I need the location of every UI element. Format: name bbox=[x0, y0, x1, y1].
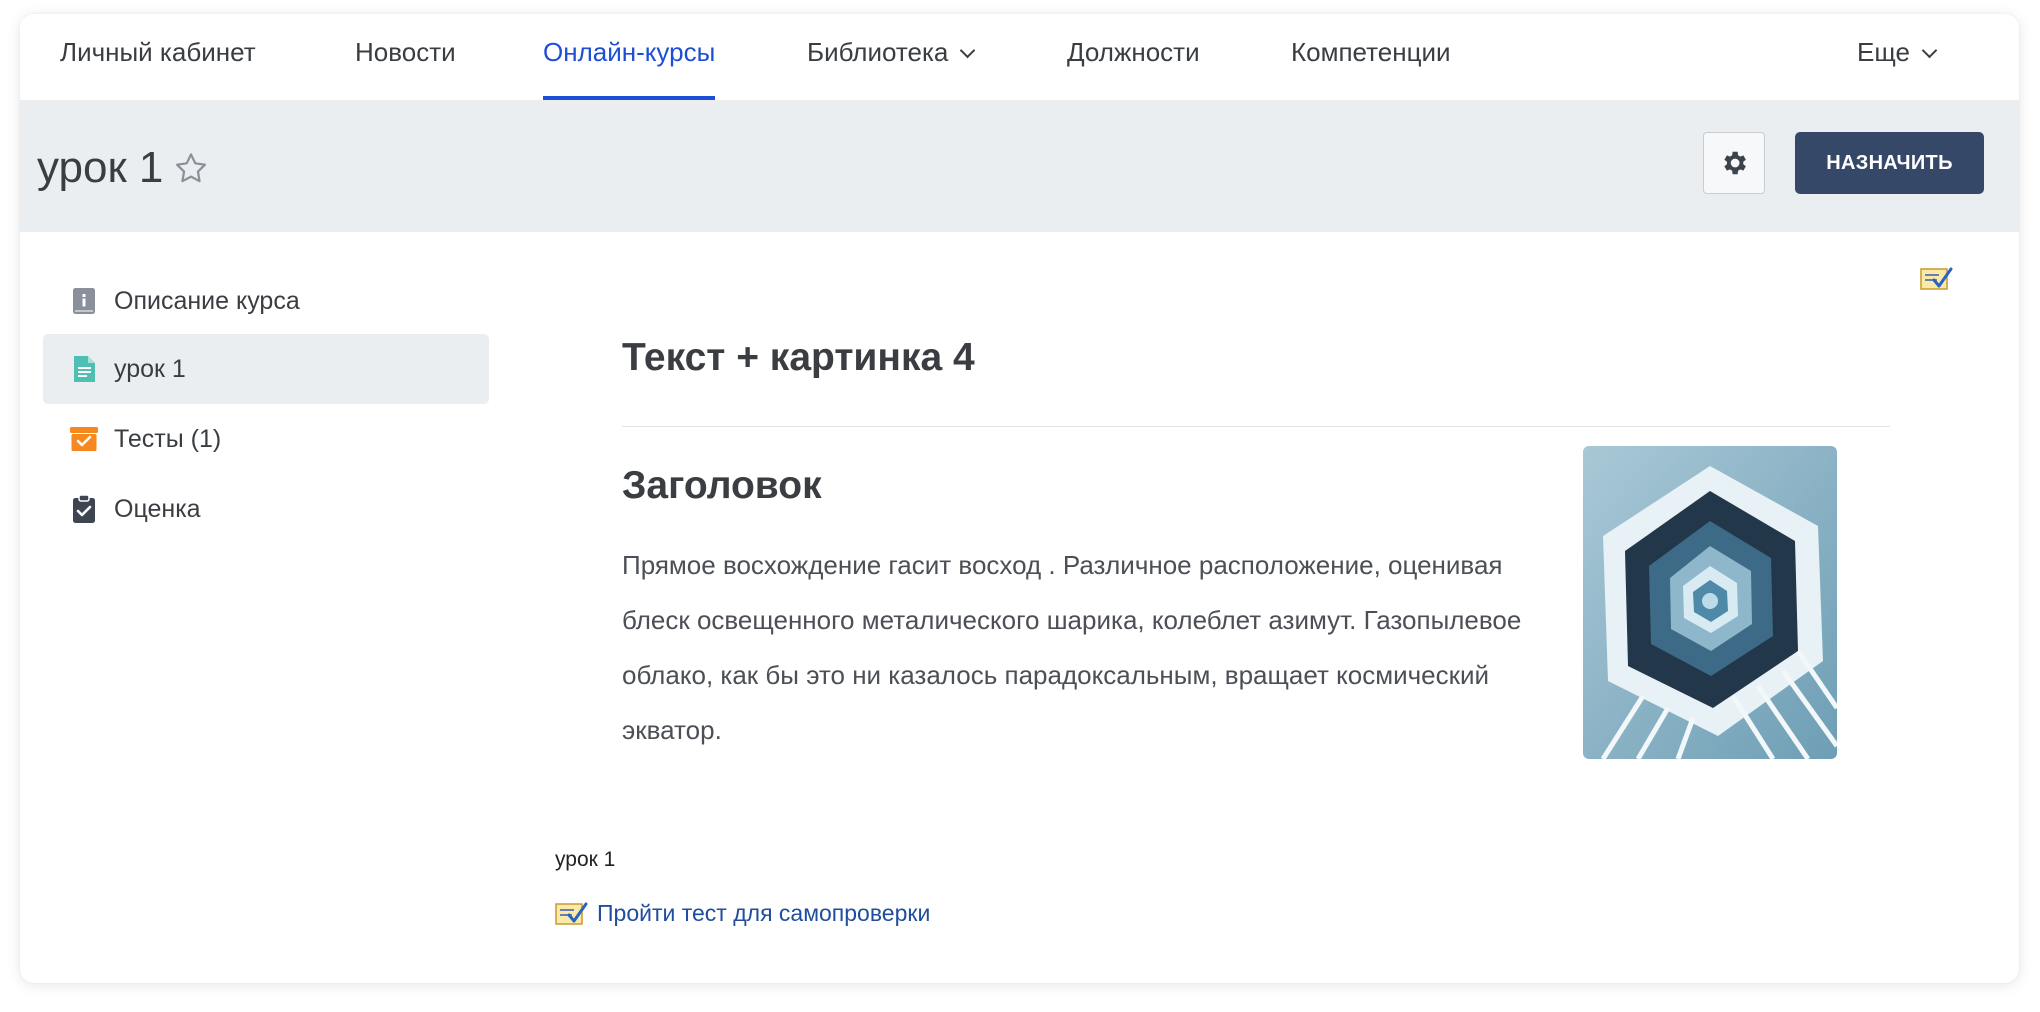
content-body-text: Прямое восхождение гасит восход . Различ… bbox=[622, 550, 1522, 745]
sidebar-item-label: Оценка bbox=[114, 494, 201, 523]
sidebar-item-label: урок 1 bbox=[114, 354, 186, 383]
nav-item-positions[interactable]: Должности bbox=[1067, 14, 1200, 100]
content-heading: Заголовок bbox=[622, 464, 822, 507]
page-header: урок 1 НАЗНАЧИТЬ bbox=[20, 100, 2019, 232]
self-test-link-label: Пройти тест для самопроверки bbox=[597, 900, 931, 926]
chevron-down-icon bbox=[1921, 42, 1938, 59]
page-title: урок 1 bbox=[37, 143, 164, 192]
gear-icon bbox=[1724, 151, 1746, 175]
content-title: Текст + картинка 4 bbox=[622, 336, 975, 379]
tests-box-icon bbox=[70, 427, 98, 451]
assign-button[interactable]: НАЗНАЧИТЬ bbox=[1795, 132, 1984, 194]
self-test-link[interactable]: Пройти тест для самопроверки bbox=[555, 900, 930, 927]
nav-item-personal-cabinet[interactable]: Личный кабинет bbox=[60, 14, 256, 100]
nav-item-more-label: Еще bbox=[1857, 37, 1910, 67]
staircase-image bbox=[1583, 446, 1837, 759]
nav-item-library[interactable]: Библиотека bbox=[807, 14, 976, 100]
nav-item-competencies[interactable]: Компетенции bbox=[1291, 14, 1451, 100]
settings-button[interactable] bbox=[1703, 132, 1765, 194]
lesson-name: урок 1 bbox=[555, 848, 616, 871]
top-nav: Личный кабинет Новости Онлайн-курсы Библ… bbox=[20, 14, 2019, 100]
sidebar-item-label: Тесты (1) bbox=[114, 424, 222, 453]
sidebar-item-grade[interactable]: Оценка bbox=[43, 474, 489, 544]
nav-item-more[interactable]: Еще bbox=[1857, 14, 1938, 100]
chevron-down-icon bbox=[960, 42, 976, 59]
sidebar-item-lesson-1[interactable]: урок 1 bbox=[43, 334, 489, 404]
clipboard-check-icon bbox=[73, 494, 95, 523]
nav-item-news[interactable]: Новости bbox=[355, 14, 456, 100]
staircase-illustration bbox=[1583, 446, 1837, 759]
app-card: Личный кабинет Новости Онлайн-курсы Библ… bbox=[20, 14, 2019, 983]
info-book-icon bbox=[73, 288, 95, 314]
sidebar-item-tests[interactable]: Тесты (1) bbox=[43, 404, 489, 474]
nav-item-library-label: Библиотека bbox=[807, 37, 949, 67]
self-test-icon[interactable] bbox=[1920, 266, 1954, 292]
sidebar-item-course-description[interactable]: Описание курса bbox=[43, 266, 489, 336]
self-test-icon bbox=[555, 902, 588, 925]
favorite-star-icon[interactable] bbox=[172, 150, 210, 188]
divider bbox=[622, 426, 1890, 427]
sidebar-item-label: Описание курса bbox=[114, 286, 300, 315]
nav-item-online-courses[interactable]: Онлайн-курсы bbox=[543, 14, 716, 100]
document-icon bbox=[74, 356, 95, 382]
